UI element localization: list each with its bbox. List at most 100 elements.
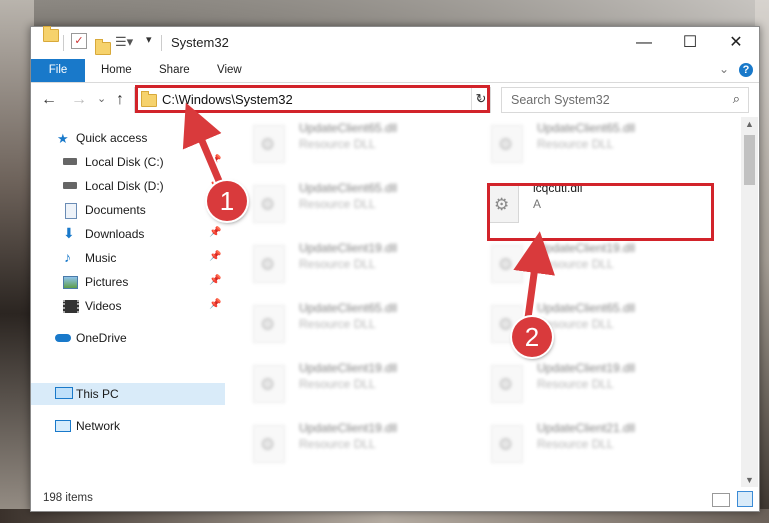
dll-file-icon bbox=[253, 185, 285, 223]
vertical-scrollbar[interactable]: ▲ ▼ bbox=[741, 117, 758, 487]
sidebar-item-label: This PC bbox=[76, 387, 119, 401]
file-name: UpdateClient65.dll bbox=[537, 121, 636, 135]
file-name: UpdateClient65.dll bbox=[299, 181, 398, 195]
folder-icon bbox=[43, 26, 59, 42]
customize-toolbar-icon[interactable]: ☰▾ bbox=[115, 34, 133, 50]
sidebar-item-label: Local Disk (C:) bbox=[85, 155, 164, 169]
sidebar-item-quick-access[interactable]: ★ Quick access bbox=[31, 127, 225, 149]
window-title: System32 bbox=[171, 35, 229, 50]
search-icon[interactable]: ⌕ bbox=[733, 91, 740, 107]
drive-icon bbox=[63, 158, 77, 165]
expand-ribbon-icon[interactable]: ⌄ bbox=[719, 62, 729, 76]
dll-file-icon bbox=[491, 365, 523, 403]
cloud-icon bbox=[55, 334, 71, 342]
sidebar-item-label: Local Disk (D:) bbox=[85, 179, 164, 193]
sidebar-item-music[interactable]: ♪ Music 📌 bbox=[31, 247, 225, 269]
file-name: UpdateClient19.dll bbox=[537, 241, 636, 255]
dll-file-icon bbox=[491, 125, 523, 163]
forward-button[interactable]: → bbox=[71, 91, 87, 109]
sidebar-item-videos[interactable]: Videos 📌 bbox=[31, 295, 225, 317]
large-icons-view-icon[interactable] bbox=[737, 491, 753, 507]
drive-icon bbox=[63, 182, 77, 189]
step-1-marker: 1 bbox=[207, 181, 247, 221]
new-folder-icon[interactable] bbox=[95, 39, 111, 55]
sidebar-item-label: Network bbox=[76, 419, 121, 433]
sidebar-item-local-disk-c[interactable]: Local Disk (C:) 📌 bbox=[31, 151, 225, 173]
help-icon[interactable]: ? bbox=[739, 63, 753, 77]
list-item[interactable]: UpdateClient19.dll Resource DLL bbox=[227, 359, 457, 409]
pin-icon: 📌 bbox=[209, 251, 222, 262]
sidebar-item-label: Quick access bbox=[76, 131, 148, 145]
file-type: Resource DLL bbox=[537, 137, 614, 151]
pin-icon: 📌 bbox=[209, 299, 222, 310]
download-icon: ⬇ bbox=[63, 225, 75, 241]
tab-share[interactable]: Share bbox=[147, 59, 202, 82]
file-type: Resource DLL bbox=[299, 137, 376, 151]
file-name: UpdateClient19.dll bbox=[537, 361, 636, 375]
quick-access-dropdown-icon[interactable]: ▾ bbox=[146, 33, 152, 49]
list-item[interactable]: UpdateClient21.dll Resource DLL bbox=[465, 419, 695, 469]
scroll-up-icon[interactable]: ▲ bbox=[741, 119, 758, 129]
search-box[interactable]: Search System32 ⌕ bbox=[501, 87, 749, 113]
navigation-pane: ★ Quick access Local Disk (C:) 📌 Local D… bbox=[31, 117, 225, 487]
sidebar-item-this-pc[interactable]: This PC bbox=[31, 383, 225, 405]
pin-icon: 📌 bbox=[209, 227, 222, 238]
file-type: Resource DLL bbox=[537, 377, 614, 391]
search-placeholder[interactable]: Search System32 bbox=[511, 93, 610, 107]
dll-file-icon bbox=[491, 245, 523, 283]
sidebar-item-downloads[interactable]: ⬇ Downloads 📌 bbox=[31, 223, 225, 245]
file-type: Resource DLL bbox=[299, 317, 376, 331]
dll-file-icon bbox=[253, 305, 285, 343]
sidebar-item-documents[interactable]: Documents 📌 bbox=[31, 199, 225, 221]
file-name: UpdateClient65.dll bbox=[299, 121, 398, 135]
file-list: UpdateClient65.dll Resource DLL UpdateCl… bbox=[227, 117, 741, 487]
details-view-icon[interactable] bbox=[712, 493, 730, 507]
list-item[interactable]: UpdateClient19.dll Resource DLL bbox=[465, 239, 695, 289]
computer-icon bbox=[55, 387, 73, 399]
sidebar-item-label: Music bbox=[85, 251, 117, 265]
dll-file-icon bbox=[253, 365, 285, 403]
maximize-button[interactable]: ☐ bbox=[667, 27, 713, 59]
tab-view[interactable]: View bbox=[205, 59, 254, 82]
sidebar-item-label: Videos bbox=[85, 299, 122, 313]
recent-locations-button[interactable]: ⌄ bbox=[97, 92, 106, 105]
sidebar-item-label: Documents bbox=[85, 203, 146, 217]
list-item[interactable]: UpdateClient65.dll Resource DLL bbox=[465, 119, 695, 169]
list-item[interactable]: UpdateClient19.dll Resource DLL bbox=[465, 359, 695, 409]
file-type: Resource DLL bbox=[537, 257, 614, 271]
file-type: Resource DLL bbox=[299, 197, 376, 211]
dll-file-icon bbox=[491, 425, 523, 463]
sidebar-item-network[interactable]: Network bbox=[31, 415, 225, 437]
title-bar: ✓ ☰▾ ▾ System32 — ☐ ✕ bbox=[31, 26, 759, 59]
file-name: UpdateClient65.dll bbox=[537, 301, 636, 315]
sidebar-item-local-disk-d[interactable]: Local Disk (D:) 📌 bbox=[31, 175, 225, 197]
properties-icon[interactable]: ✓ bbox=[71, 33, 87, 49]
pin-icon: 📌 bbox=[209, 155, 222, 166]
scroll-down-icon[interactable]: ▼ bbox=[741, 475, 758, 485]
back-button[interactable]: ← bbox=[41, 91, 57, 109]
sidebar-item-label: Pictures bbox=[85, 275, 129, 289]
tab-home[interactable]: Home bbox=[89, 59, 144, 82]
dll-file-icon bbox=[253, 125, 285, 163]
sidebar-item-label: OneDrive bbox=[76, 331, 127, 345]
star-icon: ★ bbox=[57, 131, 69, 146]
file-highlight bbox=[487, 183, 714, 241]
sidebar-item-onedrive[interactable]: OneDrive bbox=[31, 327, 225, 349]
sidebar-item-pictures[interactable]: Pictures 📌 bbox=[31, 271, 225, 293]
file-type: Resource DLL bbox=[537, 437, 614, 451]
list-item[interactable]: UpdateClient65.dll Resource DLL bbox=[227, 299, 457, 349]
scrollbar-thumb[interactable] bbox=[744, 135, 755, 185]
pin-icon: 📌 bbox=[209, 275, 222, 286]
up-button[interactable]: ↑ bbox=[116, 91, 124, 109]
music-icon: ♪ bbox=[64, 249, 71, 265]
minimize-button[interactable]: — bbox=[621, 27, 667, 59]
document-icon bbox=[65, 203, 77, 219]
close-button[interactable]: ✕ bbox=[713, 27, 759, 59]
list-item[interactable]: UpdateClient19.dll Resource DLL bbox=[227, 239, 457, 289]
list-item[interactable]: UpdateClient19.dll Resource DLL bbox=[227, 419, 457, 469]
list-item[interactable]: UpdateClient65.dll Resource DLL bbox=[227, 119, 457, 169]
file-type: Resource DLL bbox=[299, 257, 376, 271]
list-item[interactable]: UpdateClient65.dll Resource DLL bbox=[465, 299, 695, 349]
list-item[interactable]: UpdateClient65.dll Resource DLL bbox=[227, 179, 457, 229]
tab-file[interactable]: File bbox=[31, 59, 85, 82]
